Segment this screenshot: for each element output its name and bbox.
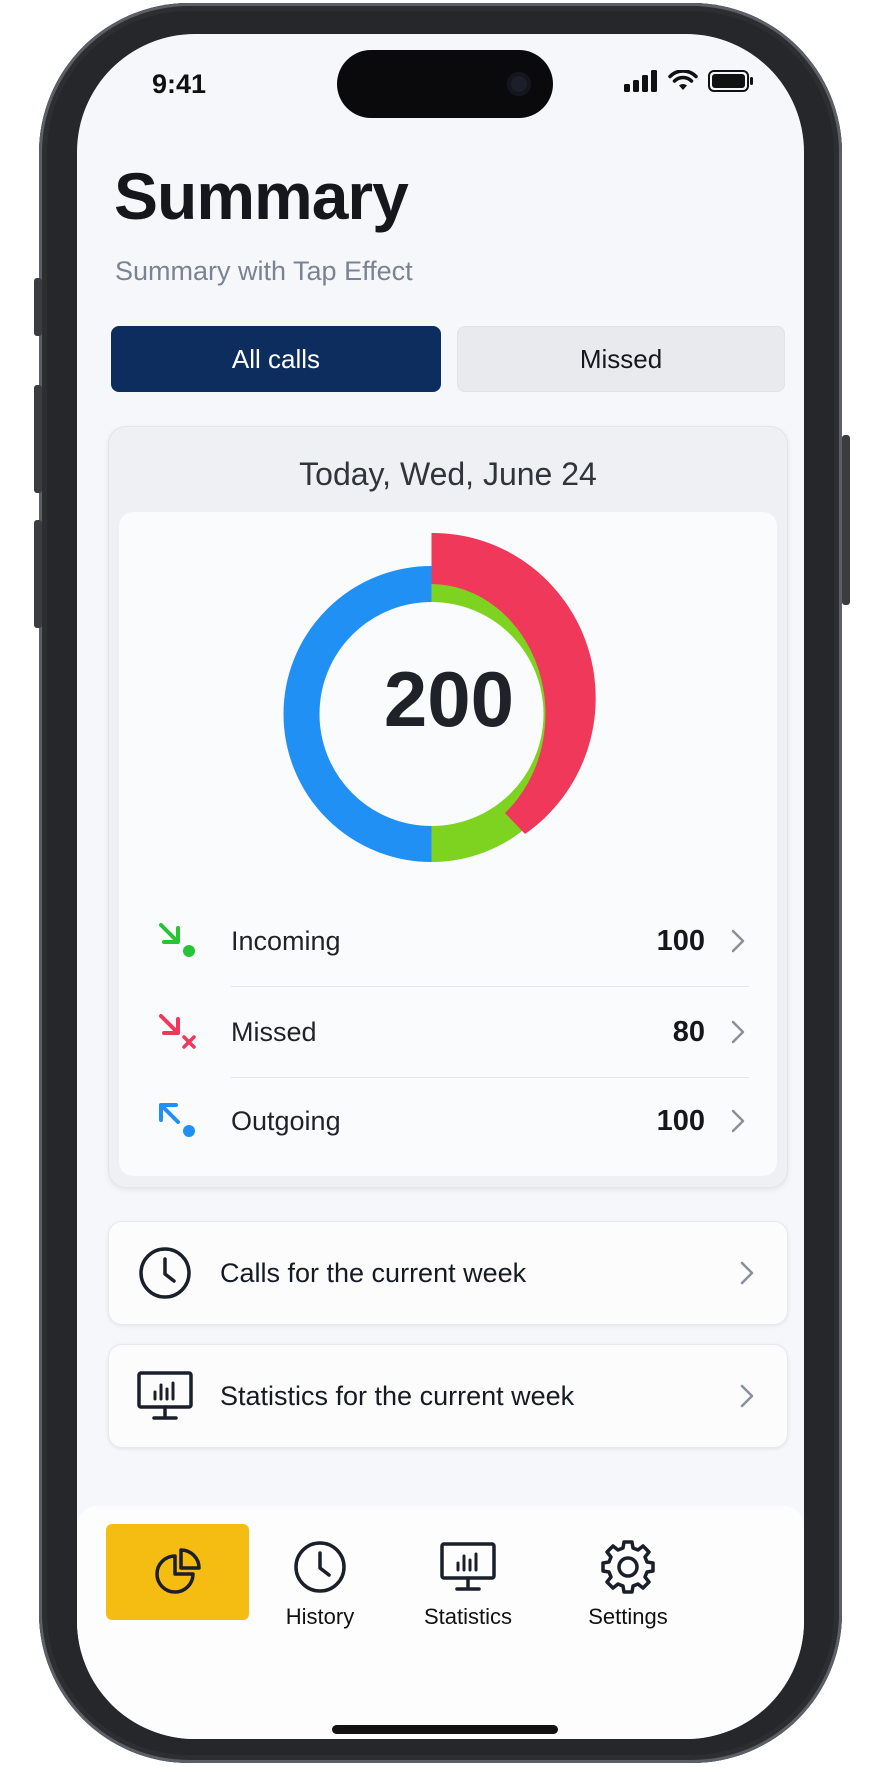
tab-statistics-label: Statistics [423, 1604, 513, 1629]
missed-call-icon [149, 1002, 209, 1062]
missed-value: 80 [672, 1015, 705, 1048]
status-icons [624, 70, 754, 92]
calls-donut-chart[interactable]: 200 [276, 526, 622, 872]
calls-week-label: Calls for the current week [220, 1257, 527, 1288]
battery-icon [708, 70, 753, 92]
calls-breakdown: 200 Incoming 100 Missed 80 Outgoing 100 [119, 512, 777, 1176]
monitor-chart-icon [440, 1542, 496, 1591]
outgoing-call-icon [149, 1091, 209, 1151]
segment-all-calls[interactable]: All calls [111, 326, 441, 392]
tab-history-label: History [285, 1604, 355, 1629]
volume-up-button [34, 385, 42, 493]
statistics-week-label: Statistics for the current week [220, 1380, 575, 1411]
dynamic-island [337, 50, 553, 118]
summary-card: Today, Wed, June 24 200 Incoming 100 Mis… [108, 426, 788, 1188]
chevron-right-icon [740, 1261, 754, 1285]
row-outgoing[interactable]: Outgoing 100 [149, 1076, 749, 1166]
row-missed[interactable]: Missed 80 [149, 987, 749, 1077]
tab-statistics[interactable]: Statistics [393, 1524, 543, 1644]
summary-date: Today, Wed, June 24 [299, 456, 597, 492]
segment-missed[interactable]: Missed [457, 326, 785, 392]
incoming-value: 100 [656, 924, 705, 957]
home-indicator[interactable] [332, 1725, 558, 1734]
page-subtitle: Summary with Tap Effect [115, 256, 413, 286]
total-calls: 200 [383, 654, 515, 743]
signal-icon [624, 70, 657, 92]
chevron-right-icon [740, 1384, 754, 1408]
monitor-chart-icon [137, 1371, 193, 1420]
incoming-label: Incoming [231, 925, 341, 956]
outgoing-label: Outgoing [231, 1105, 341, 1136]
tab-settings[interactable]: Settings [553, 1524, 703, 1644]
tab-bar: History Statistics Settings [77, 1506, 804, 1739]
statistics-week-link[interactable]: Statistics for the current week [108, 1344, 788, 1448]
clock-icon [139, 1247, 191, 1299]
missed-label: Missed [231, 1016, 317, 1047]
power-button [842, 435, 850, 605]
clock-icon [294, 1541, 346, 1593]
gear-icon [601, 1540, 655, 1594]
screen: 9:41 Summary Summary with Tap Effect All… [77, 34, 804, 1739]
mute-switch [34, 278, 42, 336]
status-time: 9:41 [152, 69, 207, 99]
camera-lens [507, 72, 531, 96]
chevron-right-icon [731, 929, 745, 953]
incoming-call-icon [149, 911, 209, 971]
page-title: Summary [114, 159, 409, 233]
volume-down-button [34, 520, 42, 628]
calls-week-link[interactable]: Calls for the current week [108, 1221, 788, 1325]
pie-chart-icon [154, 1548, 201, 1594]
tab-settings-label: Settings [588, 1604, 668, 1629]
row-incoming[interactable]: Incoming 100 [149, 896, 749, 986]
tab-history[interactable]: History [245, 1524, 395, 1644]
wifi-icon [668, 70, 698, 90]
chevron-right-icon [731, 1109, 745, 1133]
tab-summary[interactable] [106, 1524, 249, 1620]
chevron-right-icon [731, 1020, 745, 1044]
outgoing-value: 100 [656, 1104, 705, 1137]
